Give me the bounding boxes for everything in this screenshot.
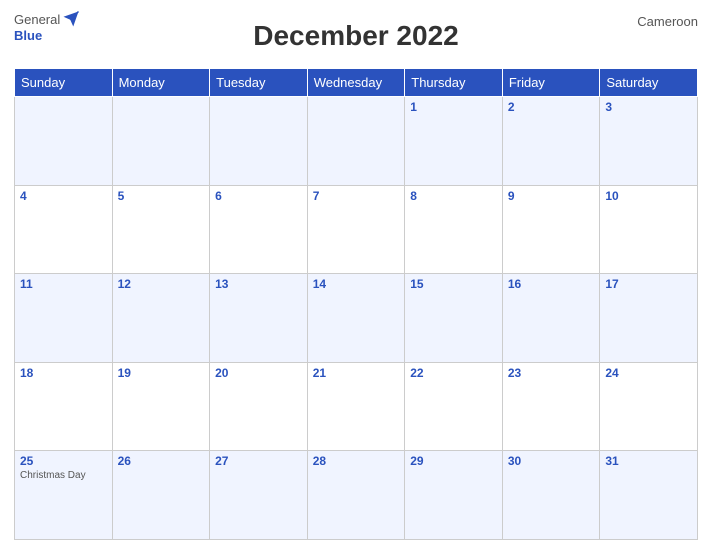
day-number: 4 [20,189,107,203]
day-number: 6 [215,189,302,203]
header-wednesday: Wednesday [307,69,405,97]
logo-bird-icon [62,10,80,28]
day-number: 31 [605,454,692,468]
day-number: 15 [410,277,497,291]
calendar-day-cell [307,97,405,186]
calendar-day-cell: 7 [307,185,405,274]
calendar-day-cell: 19 [112,362,210,451]
day-number: 5 [118,189,205,203]
day-number: 30 [508,454,595,468]
day-number: 26 [118,454,205,468]
country-label: Cameroon [637,14,698,29]
day-number: 21 [313,366,400,380]
calendar-week-row: 11 12 13 14 15 16 17 [15,274,698,363]
calendar-day-cell: 8 [405,185,503,274]
day-number: 28 [313,454,400,468]
calendar-day-cell: 28 [307,451,405,540]
weekday-header-row: Sunday Monday Tuesday Wednesday Thursday… [15,69,698,97]
header-saturday: Saturday [600,69,698,97]
calendar-day-cell: 1 [405,97,503,186]
day-number: 10 [605,189,692,203]
calendar-day-cell [210,97,308,186]
calendar-title: December 2022 [253,20,458,52]
calendar-day-cell: 24 [600,362,698,451]
calendar-day-cell: 22 [405,362,503,451]
calendar-container: General Blue December 2022 Cameroon Sund… [0,0,712,550]
day-number: 22 [410,366,497,380]
calendar-week-row: 456789 10 [15,185,698,274]
logo-general-text: General [14,12,60,27]
header-tuesday: Tuesday [210,69,308,97]
day-number: 1 [410,100,497,114]
calendar-day-cell: 15 [405,274,503,363]
header-thursday: Thursday [405,69,503,97]
day-number: 12 [118,277,205,291]
logo-blue-text: Blue [14,28,42,43]
calendar-day-cell: 4 [15,185,113,274]
calendar-day-cell: 5 [112,185,210,274]
calendar-day-cell: 23 [502,362,600,451]
day-number: 24 [605,366,692,380]
day-number: 29 [410,454,497,468]
day-number: 14 [313,277,400,291]
day-number: 7 [313,189,400,203]
day-number: 25 [20,454,107,468]
day-number: 16 [508,277,595,291]
calendar-day-cell: 26 [112,451,210,540]
header-friday: Friday [502,69,600,97]
day-number: 8 [410,189,497,203]
calendar-day-cell: 31 [600,451,698,540]
header-sunday: Sunday [15,69,113,97]
calendar-day-cell [15,97,113,186]
day-number: 27 [215,454,302,468]
calendar-day-cell: 20 [210,362,308,451]
calendar-header: General Blue December 2022 Cameroon [14,10,698,62]
calendar-day-cell: 6 [210,185,308,274]
calendar-day-cell: 18 [15,362,113,451]
calendar-day-cell: 3 [600,97,698,186]
calendar-day-cell: 2 [502,97,600,186]
calendar-day-cell: 13 [210,274,308,363]
day-number: 17 [605,277,692,291]
day-number: 19 [118,366,205,380]
calendar-day-cell: 14 [307,274,405,363]
day-event: Christmas Day [20,470,107,481]
day-number: 23 [508,366,595,380]
day-number: 11 [20,277,107,291]
calendar-week-row: 25 Christmas Day 26 27 28 29 30 31 [15,451,698,540]
day-number: 3 [605,100,692,114]
calendar-day-cell: 30 [502,451,600,540]
calendar-day-cell: 29 [405,451,503,540]
calendar-week-row: 123 [15,97,698,186]
calendar-week-row: 18 19 20 21 22 23 24 [15,362,698,451]
calendar-day-cell: 17 [600,274,698,363]
header-monday: Monday [112,69,210,97]
day-number: 13 [215,277,302,291]
calendar-day-cell: 21 [307,362,405,451]
calendar-day-cell: 25 Christmas Day [15,451,113,540]
calendar-day-cell: 11 [15,274,113,363]
calendar-table: Sunday Monday Tuesday Wednesday Thursday… [14,68,698,540]
calendar-day-cell: 16 [502,274,600,363]
calendar-day-cell: 9 [502,185,600,274]
calendar-day-cell: 27 [210,451,308,540]
day-number: 2 [508,100,595,114]
day-number: 20 [215,366,302,380]
logo: General Blue [14,10,80,43]
calendar-day-cell: 12 [112,274,210,363]
day-number: 18 [20,366,107,380]
calendar-day-cell [112,97,210,186]
calendar-day-cell: 10 [600,185,698,274]
day-number: 9 [508,189,595,203]
